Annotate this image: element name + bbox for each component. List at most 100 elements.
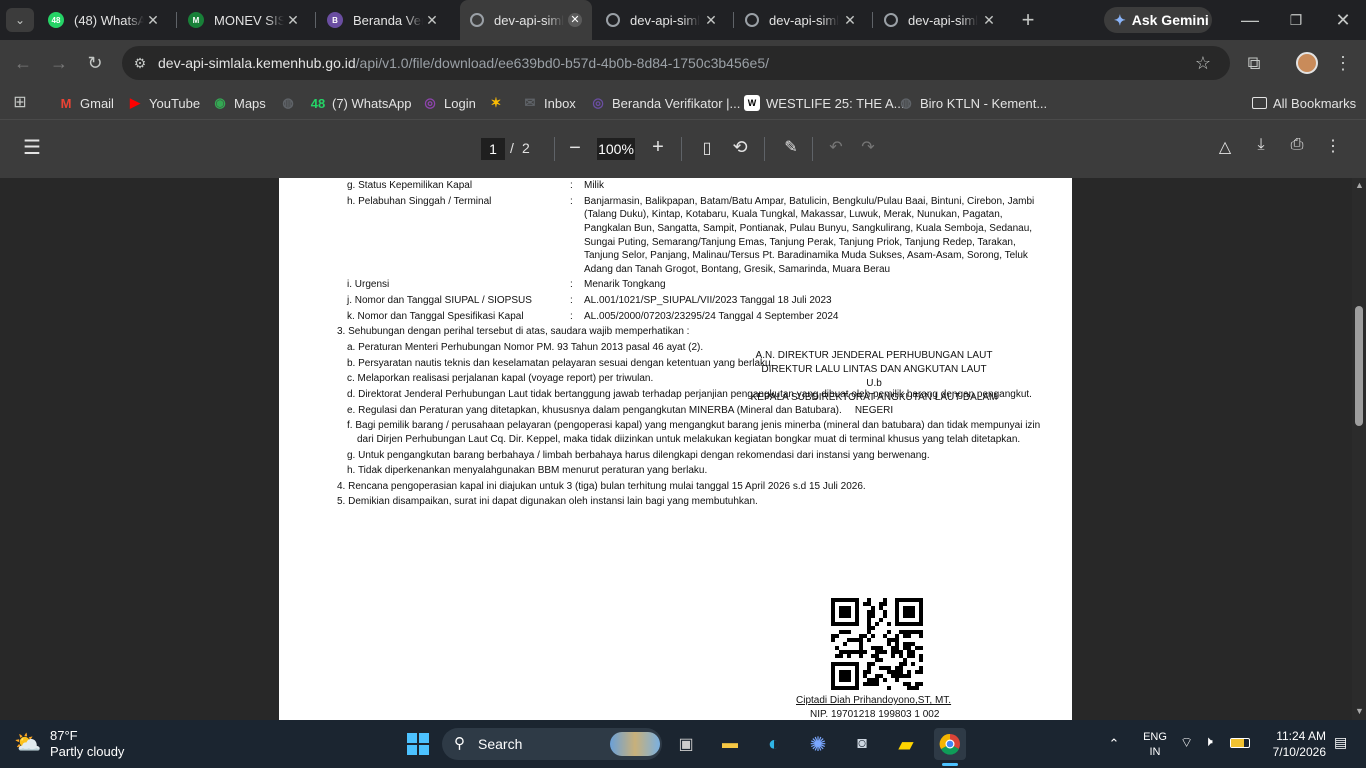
zoom-in-icon[interactable]: + <box>649 136 667 159</box>
minimize-icon[interactable]: — <box>1238 8 1262 32</box>
bookmark-item[interactable]: ✉ Inbox <box>522 92 576 114</box>
windows-taskbar: ⛅ 87°F Partly cloudy ⚲ Search ▣ ▬ ◐ ✺ ◙ … <box>0 720 1366 768</box>
page-number-input[interactable]: 1 <box>481 138 505 160</box>
site-info-icon[interactable]: ⚙ <box>128 51 152 75</box>
bookmark-item[interactable]: ✶ <box>488 92 510 114</box>
show-hidden-icons-chevron-icon[interactable]: ⌃ <box>1098 728 1130 760</box>
browser-tab[interactable]: 48 (48) WhatsApp✕ <box>38 0 170 40</box>
all-bookmarks-button[interactable]: All Bookmarks <box>1252 92 1356 114</box>
forward-arrow-icon[interactable]: → <box>47 51 71 75</box>
bookmark-item[interactable]: W WESTLIFE 25: THE A... <box>744 92 904 114</box>
volume-icon[interactable]: 🕨 <box>1204 733 1213 750</box>
bookmark-item[interactable]: ◉ Maps <box>212 92 266 114</box>
address-bar[interactable]: ⚙ dev-api-simlala.kemenhub.go.id/api/v1.… <box>122 46 1230 80</box>
tab-favicon-icon <box>745 13 759 27</box>
redo-icon[interactable]: ↷ <box>858 137 878 157</box>
windows-start-icon[interactable] <box>402 728 434 760</box>
zoom-out-icon[interactable]: − <box>566 137 584 160</box>
file-explorer-icon[interactable]: ▬ <box>714 728 746 760</box>
bookmark-star-icon[interactable]: ☆ <box>1191 51 1215 75</box>
pdf-scrollbar[interactable]: ▲ ▼ <box>1352 178 1366 720</box>
profile-avatar[interactable] <box>1296 52 1318 74</box>
tab-close-icon[interactable]: ✕ <box>982 13 996 27</box>
notification-bell-icon[interactable]: ▤ <box>1334 734 1347 751</box>
taskbar-search-box[interactable]: ⚲ Search <box>442 728 662 760</box>
tab-close-icon[interactable]: ✕ <box>286 13 300 27</box>
tab-separator <box>872 12 873 28</box>
bookmark-item[interactable]: ◎ Login <box>422 92 476 114</box>
download-icon[interactable]: ⤓ <box>1250 136 1272 154</box>
scroll-up-arrow-icon[interactable]: ▲ <box>1355 180 1364 190</box>
browser-tab[interactable]: dev-api-siml ✕ <box>596 0 728 40</box>
edge-browser-icon[interactable]: ◐ <box>758 728 790 760</box>
apps-grid-icon[interactable]: ⊞ <box>8 91 32 115</box>
undo-icon[interactable]: ↶ <box>826 137 846 157</box>
ask-gemini-button[interactable]: ✦ Ask Gemini <box>1104 7 1212 33</box>
pdf-more-options-icon[interactable]: ⋮ <box>1322 136 1344 156</box>
tab-close-icon[interactable]: ✕ <box>843 13 857 27</box>
bookmarks-bar: ⊞ M Gmail ▶ YouTube ◉ Maps ◍ 48 (7) WhatsApp ◎ Log… <box>0 86 1366 120</box>
document-text-line: : <box>570 311 573 322</box>
scroll-down-arrow-icon[interactable]: ▼ <box>1355 706 1364 716</box>
browser-tab[interactable]: M MONEV SISA✕ <box>178 0 310 40</box>
battery-icon[interactable] <box>1230 738 1250 748</box>
browser-tab[interactable]: dev-api-siml ✕ <box>460 0 592 40</box>
bookmark-item[interactable]: ◎ Beranda Verifikator |... <box>590 92 740 114</box>
print-icon[interactable]: ⎙ <box>1286 136 1308 154</box>
wifi-icon[interactable]: ⌔ <box>1180 734 1193 752</box>
new-tab-plus-icon[interactable]: + <box>1016 8 1040 32</box>
bookmark-label: YouTube <box>149 95 201 111</box>
weather-desc: Partly cloudy <box>50 744 125 759</box>
clock[interactable]: 11:24 AM 7/10/2026 <box>1262 728 1326 760</box>
lang-bottom: IN <box>1149 746 1161 758</box>
gemini-sparkle-icon: ✦ <box>1114 11 1126 28</box>
back-arrow-icon[interactable]: ← <box>11 51 35 75</box>
reload-icon[interactable]: ↻ <box>83 51 107 75</box>
rotate-icon[interactable]: ⟲ <box>729 137 751 158</box>
bookmark-item[interactable]: ▶ YouTube <box>127 92 200 114</box>
fit-page-icon[interactable]: ▯ <box>697 138 717 158</box>
tab-close-icon[interactable]: ✕ <box>146 13 160 27</box>
restore-icon[interactable]: ❐ <box>1284 8 1308 32</box>
close-window-icon[interactable]: ✕ <box>1331 8 1355 32</box>
weather-widget[interactable]: ⛅ 87°F Partly cloudy <box>14 726 174 762</box>
bookmark-label: Maps <box>234 95 266 111</box>
signature-block-line: A.N. DIREKTUR JENDERAL PERHUBUNGAN LAUT <box>755 350 993 361</box>
browser-tab[interactable]: dev-api-siml ✕ <box>874 0 1006 40</box>
task-view-icon[interactable]: ▣ <box>670 728 702 760</box>
pdf-page: g. Status Kepemilikan Kapal: Milik h. Pela… <box>279 178 1072 720</box>
copilot-icon[interactable]: ✺ <box>802 728 834 760</box>
bookmark-item[interactable]: ◍ <box>280 92 302 114</box>
url-text[interactable]: dev-api-simlala.kemenhub.go.id/api/v1.0/… <box>158 55 769 71</box>
camera-app-icon[interactable]: ◙ <box>846 728 878 760</box>
sticky-notes-icon[interactable]: ▰ <box>890 728 922 760</box>
zoom-level-input[interactable]: 100% <box>597 138 635 160</box>
drive-save-icon[interactable]: △ <box>1214 137 1236 157</box>
extensions-icon[interactable]: ⧉ <box>1242 51 1266 75</box>
browser-tab[interactable]: B Beranda Veri ✕ <box>317 0 449 40</box>
bookmark-label: Login <box>444 95 476 111</box>
bookmark-favicon-icon: ✶ <box>490 95 502 110</box>
search-highlight-image <box>610 732 660 756</box>
bookmark-label: WESTLIFE 25: THE A... <box>766 95 905 111</box>
tab-close-icon[interactable]: ✕ <box>568 13 582 27</box>
pdf-viewer[interactable]: g. Status Kepemilikan Kapal: Milik h. Pela… <box>0 178 1366 720</box>
bookmark-item[interactable]: 48 (7) WhatsApp <box>310 92 412 114</box>
bookmark-item[interactable]: ◍ Biro KTLN - Kement... <box>898 92 1047 114</box>
tab-favicon-icon: 48 <box>48 12 64 28</box>
tab-close-icon[interactable]: ✕ <box>704 13 718 27</box>
browser-menu-icon[interactable]: ⋮ <box>1331 51 1355 75</box>
tab-close-icon[interactable]: ✕ <box>425 13 439 27</box>
scroll-thumb[interactable] <box>1355 306 1363 426</box>
browser-tab[interactable]: dev-api-siml ✕ <box>735 0 867 40</box>
bookmark-item[interactable]: M Gmail <box>58 92 114 114</box>
tab-search-chevron-icon[interactable]: ⌄ <box>6 8 34 32</box>
divider <box>681 137 682 161</box>
pdf-sidebar-menu-icon[interactable]: ☰ <box>20 138 44 158</box>
all-bookmarks-label: All Bookmarks <box>1273 95 1357 111</box>
tab-favicon-icon: M <box>188 12 204 28</box>
chrome-taskbar-icon[interactable] <box>934 728 966 760</box>
battery-fill <box>1231 739 1244 747</box>
annotate-pen-icon[interactable]: ✎ <box>780 137 802 157</box>
language-indicator[interactable]: ENG IN <box>1140 730 1170 760</box>
